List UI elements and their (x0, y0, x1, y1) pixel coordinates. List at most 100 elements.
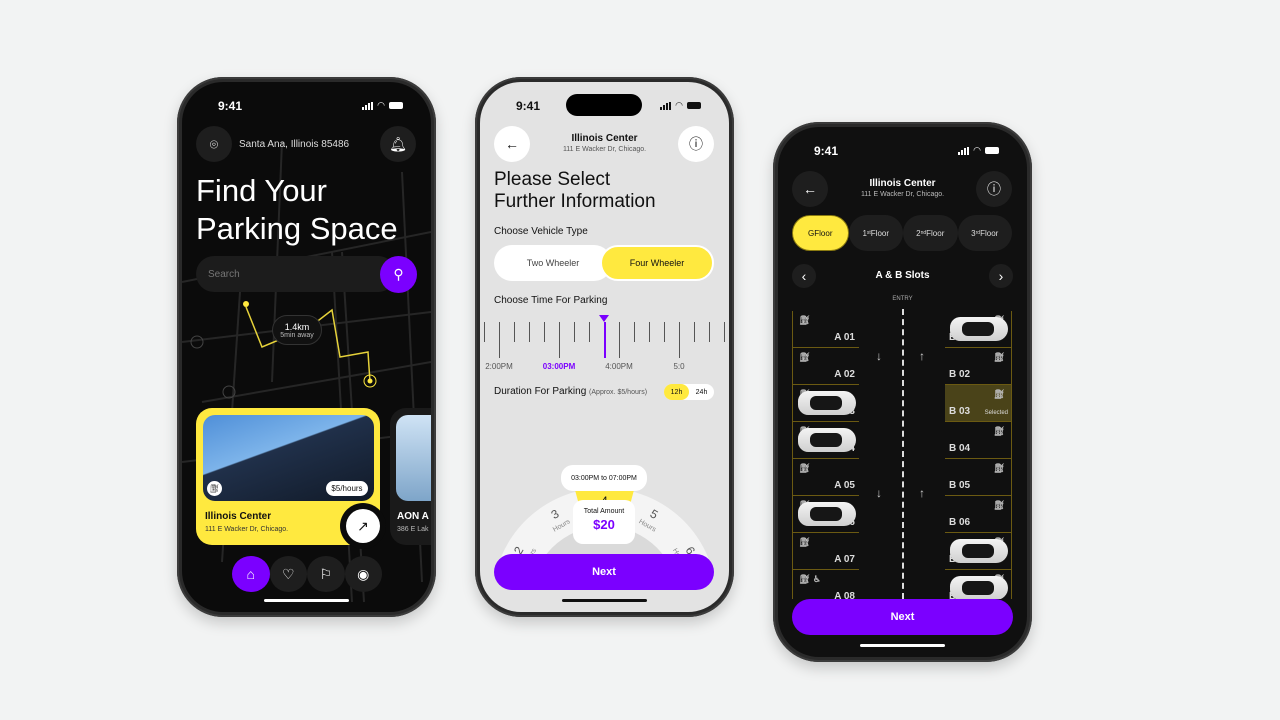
ev-charging-icon: ⛽︎ ♿︎ (799, 574, 821, 584)
time-tick (574, 322, 575, 342)
dynamic-island (566, 94, 642, 116)
floor-tab-3[interactable]: 3rd Floor (957, 215, 1012, 251)
slot-label: A 05 (834, 480, 855, 491)
time-range: 03:00PM to 07:00PM (561, 465, 647, 491)
parked-car (798, 391, 856, 415)
notifications-button[interactable]: 🔔︎ (380, 126, 416, 162)
parking-slot[interactable]: ⛽︎A 03 (792, 385, 859, 422)
parking-slot[interactable]: ⛽︎ A 05 (792, 459, 859, 496)
time-tick (514, 322, 515, 342)
parking-slot[interactable]: ⛽︎ A 01 (792, 311, 859, 348)
vehicle-four-wheeler[interactable]: Four Wheeler (600, 245, 714, 281)
time-tick (649, 322, 650, 342)
parking-slot[interactable]: ⛽︎B 01 (945, 311, 1012, 348)
mode-12h[interactable]: 12h (664, 384, 689, 400)
open-card-button[interactable]: ↗ (346, 509, 380, 543)
parking-slot[interactable]: ⛽︎ A 02 (792, 348, 859, 385)
time-tick (634, 322, 635, 342)
status-icons: ◠ (362, 100, 403, 111)
signal-icon (660, 101, 672, 110)
search-input[interactable] (196, 256, 396, 292)
status-icons: ◠ (958, 145, 999, 156)
parked-car (950, 539, 1008, 563)
slot-label: B 03 (949, 406, 971, 417)
distance-bubble: 1.4km 5min away (272, 315, 322, 345)
vehicle-label: Choose Vehicle Type (494, 226, 588, 237)
parking-slot[interactable]: ⛽︎ B 03 Selected (945, 385, 1012, 422)
time-label: Choose Time For Parking (494, 295, 608, 306)
selected-label: Selected (984, 410, 1008, 416)
parking-slot[interactable]: ⛽︎ B 04 (945, 422, 1012, 459)
parking-slot[interactable]: ⛽︎A 06 (792, 496, 859, 533)
time-tick (679, 322, 680, 358)
parking-slot[interactable]: ⛽︎ ♿︎ A 08 (792, 570, 859, 599)
info-button[interactable]: ⓘ (976, 171, 1012, 207)
slots-screen: 9:41 ◠ ← ⓘ Illinois Center 111 E Wacker … (778, 127, 1027, 657)
parking-card-2[interactable]: AON A 386 E Lak (390, 408, 431, 545)
search-button[interactable]: ⚲ (380, 256, 417, 293)
parked-car (950, 576, 1008, 599)
ev-charging-icon: ⛽︎ (207, 481, 222, 496)
wifi-icon: ◠ (377, 100, 385, 110)
floor-tab-G[interactable]: G Floor (792, 215, 849, 251)
ev-charging-icon: ⛽︎ (993, 463, 1005, 473)
floor-tab-2[interactable]: 2nd Floor (903, 215, 958, 251)
nav-saved[interactable]: ⚐ (307, 556, 345, 592)
time-tick-label[interactable]: 5:0 (654, 362, 704, 371)
vehicle-two-wheeler[interactable]: Two Wheeler (494, 245, 612, 281)
details-screen: 9:41 ◠ ← ⓘ Illinois Center 111 E Wacker … (480, 82, 729, 612)
back-button[interactable]: ← (494, 126, 530, 162)
wifi-icon: ◠ (973, 145, 981, 155)
arrow-left-icon: ← (803, 181, 817, 197)
time-tick-label[interactable]: 03:00PM (534, 362, 584, 371)
time-tick-label[interactable]: 4:00PM (594, 362, 644, 371)
time-tick (559, 322, 560, 358)
arrow-up-right-icon: ↗ (357, 517, 369, 534)
parking-slot[interactable]: ⛽︎B 08 (945, 570, 1012, 599)
time-ruler[interactable]: 00PM2:00PM03:00PM4:00PM5:0 (480, 312, 729, 372)
parked-car (798, 502, 856, 526)
parking-slot[interactable]: ⛽︎B 07 (945, 533, 1012, 570)
profile-icon: ◉ (357, 565, 370, 582)
entry-label: ENTRY (892, 296, 913, 302)
home-icon: ⌂ (246, 566, 255, 582)
nav-favorites[interactable]: ♡ (269, 556, 307, 592)
slot-label: A 01 (834, 332, 855, 343)
wifi-icon: ◠ (675, 100, 683, 110)
home-indicator (860, 644, 945, 647)
time-tick (484, 322, 485, 342)
back-button[interactable]: ← (792, 171, 828, 207)
floor-tabs: G Floor 1st Floor 2nd Floor 3rd Floor (792, 215, 1012, 251)
heart-icon: ♡ (281, 565, 295, 582)
info-button[interactable]: ⓘ (678, 126, 714, 162)
time-tick-label[interactable]: 2:00PM (480, 362, 524, 371)
duration-label: Duration For Parking (Approx. $5/hours) (494, 386, 648, 397)
location-button[interactable]: ⌾ (196, 126, 232, 162)
parking-slot[interactable]: ⛽︎ B 02 (945, 348, 1012, 385)
bottom-nav: ⌂ ♡ ⚐ ◉ (232, 556, 382, 592)
nav-home[interactable]: ⌂ (232, 556, 270, 592)
time-tick (694, 322, 695, 342)
bookmark-icon: ⚐ (319, 565, 333, 582)
page-heading: Please Select Further Information (494, 169, 656, 212)
time-tick (529, 322, 530, 342)
parked-car (950, 317, 1008, 341)
parking-slot[interactable]: ⛽︎ B 06 (945, 496, 1012, 533)
ev-charging-icon: ⛽︎ (799, 315, 811, 325)
prev-section-button[interactable]: ‹ (792, 264, 816, 288)
phone-slots: 9:41 ◠ ← ⓘ Illinois Center 111 E Wacker … (773, 122, 1032, 662)
floor-tab-1[interactable]: 1st Floor (848, 215, 903, 251)
next-section-button[interactable]: › (989, 264, 1013, 288)
mode-24h[interactable]: 24h (689, 384, 714, 400)
status-time: 9:41 (516, 99, 541, 113)
battery-icon (389, 102, 403, 109)
next-button[interactable]: Next (792, 599, 1013, 635)
next-button[interactable]: Next (494, 554, 714, 590)
signal-icon (958, 146, 970, 155)
nav-profile[interactable]: ◉ (344, 556, 382, 592)
parking-slot[interactable]: ⛽︎A 04 (792, 422, 859, 459)
parking-slot[interactable]: ⛽︎ B 05 (945, 459, 1012, 496)
parking-slot[interactable]: ⛽︎ A 07 (792, 533, 859, 570)
building-image-2 (396, 415, 431, 501)
card-address: 111 E Wacker Dr, Chicago. (205, 526, 289, 533)
